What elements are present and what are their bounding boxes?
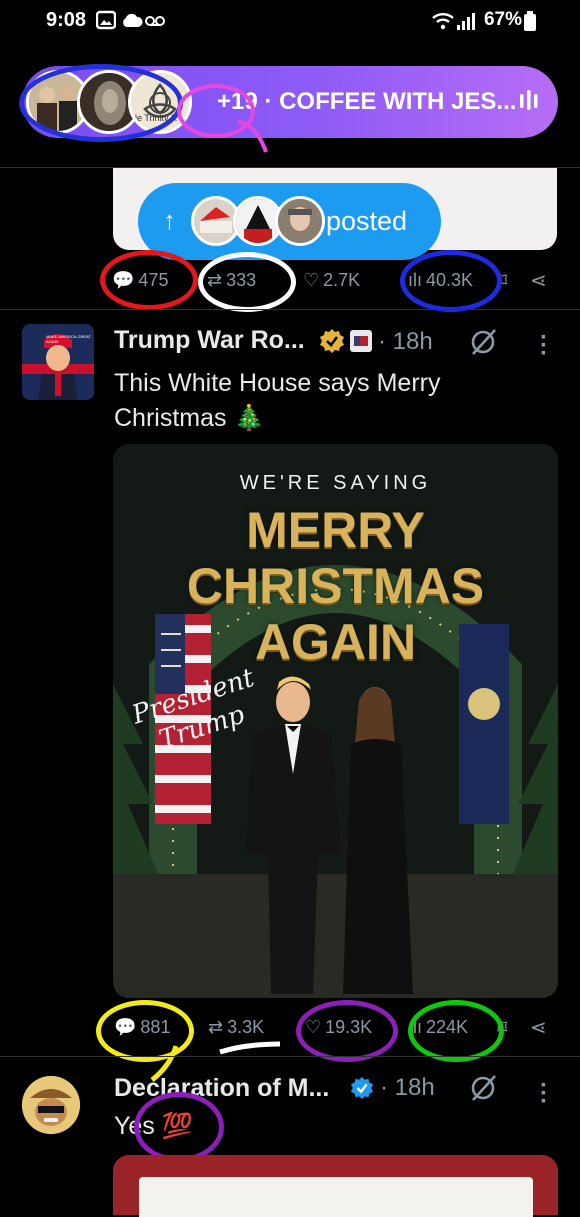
cloud-icon [121, 12, 143, 33]
space-title-text: COFFEE WITH JES... [279, 88, 517, 115]
heart-icon: ♡ [303, 270, 320, 290]
post-time-2-value: 18h [394, 1074, 435, 1101]
annotation-blue-circle [19, 64, 183, 142]
annotation-white-circle [198, 252, 296, 312]
grok-icon[interactable] [469, 1074, 497, 1107]
post-text-line1: This White House says Merry [114, 369, 441, 397]
repost-count: 3.3K [227, 1017, 265, 1037]
annotation-white-underline [219, 1041, 281, 1055]
posted-label: posted [326, 206, 408, 236]
author-avatar-2[interactable] [22, 1076, 80, 1134]
annotation-purple-circle [296, 1000, 398, 1062]
repost-icon: ⇄ [208, 1017, 224, 1037]
image-headline-2: CHRISTMAS [186, 558, 485, 614]
repost-button[interactable]: ⇄ 3.3K [208, 1017, 264, 1038]
more-options-icon[interactable]: · · · [540, 1074, 548, 1114]
post-image-2-inner [139, 1177, 533, 1217]
wifi-icon [431, 11, 455, 36]
arrow-up-icon: ↑ [163, 205, 176, 235]
annotation-purple-circle-2 [134, 1092, 224, 1162]
avatar-hat-text: MAKE AMERICA GREAT AGAIN [46, 334, 91, 344]
affiliate-badge-icon [350, 330, 372, 357]
annotation-pink-tail [237, 120, 268, 153]
post-text: This White House says Merry Christmas 🎄 [114, 366, 534, 436]
voicemail-icon [145, 14, 165, 32]
image-headline-3: AGAIN [254, 614, 417, 670]
signal-icon [456, 11, 476, 36]
author-avatar[interactable]: MAKE AMERICA GREAT AGAIN [22, 324, 94, 400]
share-icon[interactable]: ⋖ [530, 1015, 547, 1040]
image-icon [95, 10, 117, 35]
post-time: · 18h [378, 328, 433, 355]
image-headline-1: MERRY [246, 502, 425, 558]
status-bar: 9:08 67% [0, 0, 580, 44]
like-button[interactable]: ♡ 2.7K [303, 270, 360, 291]
like-count: 2.7K [323, 270, 361, 290]
posted-avatar-3 [275, 196, 325, 246]
battery-icon [524, 11, 536, 36]
annotation-blue-circle-views [400, 250, 502, 312]
more-options-icon[interactable]: · · · [540, 326, 548, 366]
author-name-2[interactable]: Declaration of M... [114, 1074, 329, 1103]
share-icon[interactable]: ⋖ [530, 268, 547, 293]
divider [0, 1056, 580, 1057]
post-time-value: 18h [392, 328, 433, 355]
author-name[interactable]: Trump War Ro... [114, 326, 305, 355]
post-time-2: · 18h [380, 1074, 435, 1101]
verified-gold-icon [319, 328, 345, 359]
image-kicker-text: WE'RE SAYING [239, 472, 432, 494]
battery-percent: 67% [483, 9, 522, 30]
divider [0, 309, 580, 310]
post-image-2[interactable] [113, 1155, 558, 1217]
post-image[interactable]: WE'RE SAYING MERRY CHRISTMAS AGAIN Presi… [113, 444, 558, 998]
space-separator: · [264, 88, 280, 115]
audio-bars-icon [518, 88, 540, 119]
annotation-green-circle [408, 1000, 504, 1062]
post-text-line2: Christmas 🎄 [114, 404, 265, 432]
annotation-red-circle [100, 250, 198, 310]
verified-blue-icon [350, 1076, 374, 1105]
grok-icon[interactable] [469, 328, 497, 361]
status-time: 9:08 [46, 9, 87, 31]
space-title: +19 · COFFEE WITH JES... [217, 88, 516, 116]
